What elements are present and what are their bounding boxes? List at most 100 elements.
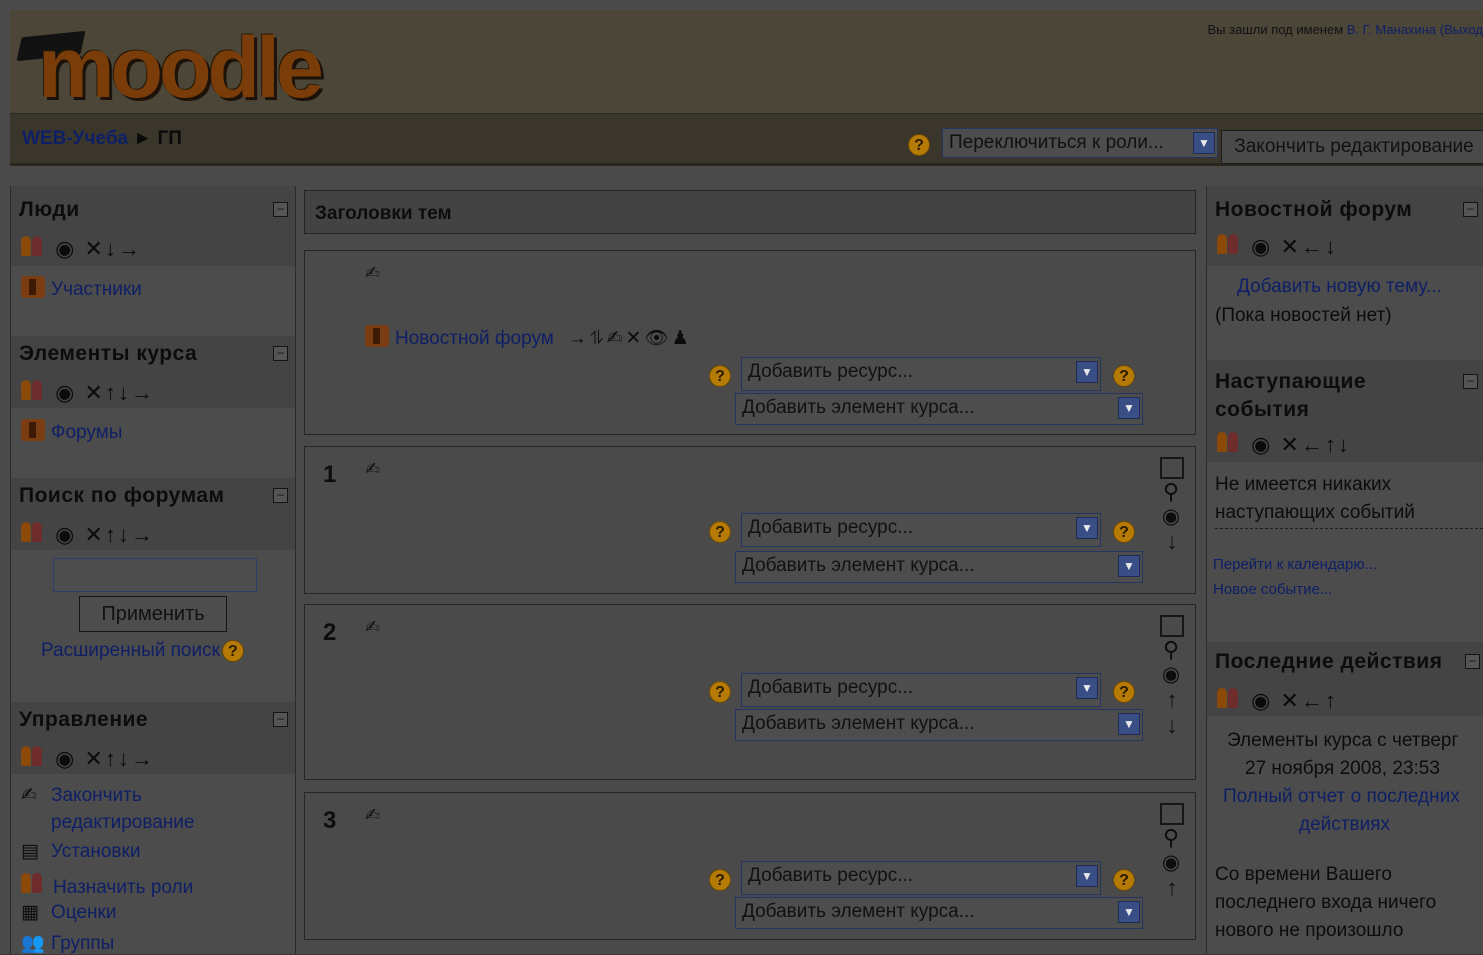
add-new-topic-link[interactable]: Добавить новую тему... <box>1237 276 1442 298</box>
collapse-icon[interactable]: – <box>1463 374 1478 389</box>
hide-icon[interactable]: ◉ <box>1251 432 1272 457</box>
move-down-icon[interactable]: ↓ <box>1159 529 1185 555</box>
add-activity-select[interactable]: Добавить элемент курса... ▼ <box>735 897 1143 929</box>
add-resource-select[interactable]: Добавить ресурс... ▼ <box>741 513 1101 547</box>
hide-icon[interactable]: ◉ <box>1251 234 1272 259</box>
hide-icon[interactable]: ◉ <box>55 236 76 261</box>
add-resource-select[interactable]: Добавить ресурс... ▼ <box>741 357 1101 391</box>
hide-icon[interactable]: ◉ <box>55 746 76 771</box>
full-report-link-2[interactable]: действиях <box>1299 814 1390 836</box>
admin-groups-link[interactable]: 👥 Группы <box>21 931 114 955</box>
add-activity-select[interactable]: Добавить элемент курса... ▼ <box>735 551 1143 583</box>
assign-roles-icon[interactable] <box>1217 232 1243 254</box>
add-resource-select[interactable]: Добавить ресурс... ▼ <box>741 673 1101 707</box>
moodle-logo[interactable]: moodle <box>16 18 338 114</box>
user-name-link[interactable]: В. Г. Манахина <box>1347 22 1436 37</box>
search-controls[interactable]: ✕↑↓→ <box>84 522 154 547</box>
highlight-bulb-icon[interactable]: ⚲ <box>1159 479 1183 505</box>
show-only-topic-icon[interactable] <box>1160 457 1184 479</box>
section-0: ✍ Новостной форум →⥮✍✕👁♟ ? Добавить ресур… <box>304 250 1196 435</box>
assign-roles-icon[interactable] <box>21 378 47 400</box>
admin-finish-editing-link[interactable]: ✍ Закончить <box>21 784 142 807</box>
show-only-topic-icon[interactable] <box>1160 615 1184 637</box>
hide-icon[interactable]: ◉ <box>55 380 76 405</box>
apply-search-button[interactable]: Применить <box>79 596 227 632</box>
events-controls[interactable]: ✕←↑↓ <box>1280 432 1350 457</box>
collapse-icon[interactable]: – <box>273 488 288 503</box>
forums-link[interactable]: Форумы <box>21 419 122 444</box>
help-icon[interactable]: ? <box>1113 365 1135 387</box>
recent-controls[interactable]: ✕←↑ <box>1280 688 1337 713</box>
block-controls: ◉ ✕↑↓→ <box>21 744 155 772</box>
help-icon[interactable]: ? <box>709 681 731 703</box>
assign-roles-icon[interactable] <box>21 744 47 766</box>
settings-icon: ▤ <box>21 841 39 862</box>
block-controls: ◉ ✕←↑ <box>1217 686 1338 714</box>
edit-summary-icon[interactable]: ✍ <box>365 617 380 638</box>
breadcrumb-site-link[interactable]: WEB-Учеба <box>22 128 128 149</box>
breadcrumb-separator: ► <box>133 128 153 149</box>
admin-assign-roles-link[interactable]: Назначить роли <box>21 871 193 899</box>
assign-roles-icon[interactable] <box>1217 686 1243 708</box>
recent-msg1: Со времени Вашего <box>1215 864 1392 885</box>
edit-summary-icon[interactable]: ✍ <box>365 263 380 284</box>
move-up-icon[interactable]: ↑ <box>1159 687 1185 713</box>
calendar-link[interactable]: Перейти к календарю... <box>1213 556 1377 573</box>
advanced-search-label: Расширенный поиск <box>41 640 220 662</box>
collapse-icon[interactable]: – <box>273 202 288 217</box>
full-report-link-1[interactable]: Полный отчет о последних <box>1223 786 1460 808</box>
participants-link[interactable]: Участники <box>21 276 142 301</box>
add-activity-select[interactable]: Добавить элемент курса... ▼ <box>735 709 1143 741</box>
highlight-bulb-icon[interactable]: ⚲ <box>1159 637 1183 663</box>
help-icon[interactable]: ? <box>1113 869 1135 891</box>
activities-block-title: Элементы курса <box>19 342 198 365</box>
advanced-search-link[interactable]: Расширенный поиск? <box>41 640 244 662</box>
activity-controls[interactable]: →⥮✍✕👁♟ <box>568 328 692 349</box>
help-icon[interactable]: ? <box>1113 681 1135 703</box>
finish-editing-button[interactable]: Закончить редактирование <box>1221 130 1483 164</box>
role-switch-select[interactable]: Переключиться к роли... ▼ <box>942 128 1218 158</box>
people-controls[interactable]: ✕↓→ <box>84 236 141 261</box>
add-activity-select[interactable]: Добавить элемент курса... ▼ <box>735 393 1143 425</box>
collapse-icon[interactable]: – <box>1465 654 1480 669</box>
move-up-icon[interactable]: ↑ <box>1159 875 1185 901</box>
move-down-icon[interactable]: ↓ <box>1159 713 1185 739</box>
admin-settings-link[interactable]: ▤ Установки <box>21 840 140 863</box>
add-activity-value: Добавить элемент курса... <box>742 397 975 418</box>
help-icon[interactable]: ? <box>709 365 731 387</box>
activities-controls[interactable]: ✕↑↓→ <box>84 380 154 405</box>
chevron-down-icon: ▼ <box>1076 865 1098 887</box>
logout-link[interactable]: (Выход <box>1440 22 1483 37</box>
collapse-icon[interactable]: – <box>273 712 288 727</box>
new-event-link[interactable]: Новое событие... <box>1213 581 1332 598</box>
collapse-icon[interactable]: – <box>273 346 288 361</box>
hide-icon[interactable]: ◉ <box>55 522 76 547</box>
admin-block-title: Управление <box>19 708 149 731</box>
admin-grades-link[interactable]: ▦ Оценки <box>21 901 116 924</box>
show-only-topic-icon[interactable] <box>1160 803 1184 825</box>
help-icon[interactable]: ? <box>908 134 930 156</box>
news-forum-link[interactable]: Новостной форум <box>395 328 554 349</box>
eye-icon[interactable]: ◉ <box>1159 851 1183 875</box>
assign-roles-icon[interactable] <box>1217 430 1243 452</box>
eye-icon[interactable]: ◉ <box>1159 505 1183 529</box>
news-controls[interactable]: ✕←↓ <box>1280 234 1337 259</box>
assign-roles-icon[interactable] <box>21 234 47 256</box>
help-icon[interactable]: ? <box>1113 521 1135 543</box>
add-activity-value: Добавить элемент курса... <box>742 901 975 922</box>
edit-summary-icon[interactable]: ✍ <box>365 459 380 480</box>
assign-roles-icon[interactable] <box>21 520 47 542</box>
help-icon[interactable]: ? <box>709 869 731 891</box>
hide-icon[interactable]: ◉ <box>1251 688 1272 713</box>
add-resource-select[interactable]: Добавить ресурс... ▼ <box>741 861 1101 895</box>
eye-icon[interactable]: ◉ <box>1159 663 1183 687</box>
section-number: 1 <box>323 461 337 488</box>
help-icon[interactable]: ? <box>221 640 244 662</box>
edit-summary-icon[interactable]: ✍ <box>365 805 380 826</box>
admin-finish-editing-link-cont[interactable]: редактирование <box>51 812 194 834</box>
collapse-icon[interactable]: – <box>1463 202 1478 217</box>
forum-search-input[interactable] <box>53 558 257 592</box>
help-icon[interactable]: ? <box>709 521 731 543</box>
highlight-bulb-icon[interactable]: ⚲ <box>1159 825 1183 851</box>
admin-controls[interactable]: ✕↑↓→ <box>84 746 154 771</box>
